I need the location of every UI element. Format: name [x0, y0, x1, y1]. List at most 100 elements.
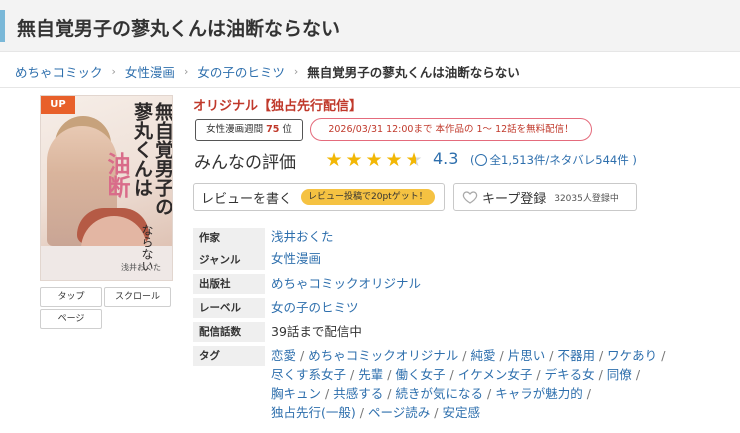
tag-separator: /: [325, 386, 330, 401]
info-row-episodes: 配信話数 39話まで配信中: [193, 322, 713, 346]
heart-icon: [462, 191, 478, 204]
info-label: タグ: [193, 346, 265, 366]
tag-link[interactable]: イケメン女子: [458, 367, 533, 382]
tag-separator: /: [635, 367, 641, 382]
breadcrumb-link-home[interactable]: めちゃコミック: [15, 62, 103, 81]
label-link[interactable]: 女の子のヒミツ: [271, 298, 359, 322]
view-tap-button[interactable]: タップ: [40, 287, 102, 307]
free-campaign-notice: 2026/03/31 12:00まで 本作品の 1〜 12話を無料配信！: [310, 118, 592, 141]
tag-link[interactable]: 先輩: [358, 367, 383, 382]
tag-separator: /: [661, 348, 666, 363]
cover-title-text: 油断: [103, 152, 130, 198]
view-scroll-button[interactable]: スクロール: [104, 287, 171, 307]
tag-link[interactable]: デキる女: [545, 367, 595, 382]
tag-link[interactable]: 尽くす系女子: [271, 367, 346, 382]
info-label: ジャンル: [193, 250, 265, 270]
tag-separator: /: [462, 348, 467, 363]
tag-link[interactable]: 独占先行(一般): [271, 405, 356, 420]
cover-author-text: 浅井おくた: [121, 263, 161, 272]
info-label: 配信話数: [193, 322, 265, 342]
tag-link[interactable]: 同僚: [607, 367, 632, 382]
tag-link[interactable]: キャラが魅力的: [495, 386, 583, 401]
review-open-paren: (: [470, 153, 475, 167]
up-badge: UP: [41, 96, 75, 114]
tag-separator: /: [359, 405, 364, 420]
title-accent-bar: [0, 10, 5, 42]
info-row-author: 作家 浅井おくた: [193, 228, 713, 250]
breadcrumb-separator-icon: ›: [183, 64, 189, 78]
breadcrumb-separator-icon: ›: [293, 64, 299, 78]
star-icon: ★: [345, 149, 363, 171]
star-icon: ★: [325, 149, 343, 171]
review-count-link[interactable]: ( 全1,513件/ネタバレ544件 ): [470, 152, 637, 168]
write-review-button[interactable]: レビューを書く レビュー投稿で20ptゲット！: [193, 183, 445, 211]
exclusive-label: オリジナル【独占先行配信】: [193, 99, 363, 114]
author-link[interactable]: 浅井おくた: [271, 228, 334, 250]
star-icon: ★: [365, 149, 383, 171]
info-row-tags: タグ 恋愛 / めちゃコミックオリジナル / 純愛 / 片思い / 不器用 / ワケあり/尽くす系女…: [193, 346, 713, 422]
breadcrumb-link-label[interactable]: 女の子のヒミツ: [197, 62, 285, 81]
review-count-text: 全1,513件/ネタバレ544件 ): [489, 153, 637, 167]
breadcrumb-divider: [0, 87, 740, 88]
tag-link[interactable]: 共感する: [333, 386, 383, 401]
write-review-label: レビューを書く: [201, 191, 293, 207]
tag-link[interactable]: 片思い: [508, 348, 546, 363]
episodes-value: 39話まで配信中: [271, 324, 362, 339]
tag-separator: /: [434, 405, 439, 420]
genre-link[interactable]: 女性漫画: [271, 250, 321, 274]
tag-separator: /: [300, 348, 305, 363]
tag-separator: /: [350, 367, 355, 382]
tag-separator: /: [449, 367, 454, 382]
tag-separator: /: [536, 367, 541, 382]
tag-link[interactable]: ページ読み: [368, 405, 430, 420]
tag-separator: /: [598, 348, 604, 363]
tag-separator: /: [586, 386, 591, 401]
rating-stars: ★ ★ ★ ★ ★: [324, 149, 424, 171]
tag-separator: /: [486, 386, 492, 401]
cover-title-text: 無自覚男子の: [152, 102, 173, 216]
view-page-button[interactable]: ページ: [40, 309, 102, 329]
page-header: 無自覚男子の蓼丸くんは油断ならない: [0, 0, 740, 52]
speech-bubble-icon: [474, 154, 487, 166]
ranking-number: 75: [266, 124, 280, 135]
cover-title-text: 蓼丸くんは: [131, 102, 153, 197]
info-label: 作家: [193, 228, 265, 250]
keep-count: 32035人登録中: [554, 193, 619, 204]
tag-separator: /: [598, 367, 603, 382]
ranking-prefix: 女性漫画週間: [206, 124, 264, 135]
info-row-label: レーベル 女の子のヒミツ: [193, 298, 713, 322]
half-star-icon: ★: [405, 149, 423, 171]
tag-link[interactable]: 胸キュン: [271, 386, 321, 401]
tag-separator: /: [387, 367, 392, 382]
info-table: 作家 浅井おくた ジャンル 女性漫画 出版社 めちゃコミックオリジナル レーベル…: [193, 228, 713, 422]
breadcrumb-separator-icon: ›: [111, 64, 116, 78]
info-row-genre: ジャンル 女性漫画: [193, 250, 713, 274]
ranking-suffix: 位: [282, 124, 292, 135]
rating-title: みんなの評価: [194, 153, 296, 173]
tag-link[interactable]: 安定感: [442, 405, 480, 420]
rating-score: 4.3: [433, 149, 459, 168]
cover-image[interactable]: 無自覚男子の 蓼丸くんは 油断 ならない 浅井おくた UP: [40, 95, 173, 281]
keep-label: キープ登録: [482, 191, 547, 207]
tag-link[interactable]: ワケあり: [607, 348, 657, 363]
keep-button[interactable]: キープ登録 32035人登録中: [453, 183, 637, 211]
tag-link[interactable]: めちゃコミックオリジナル: [308, 348, 458, 363]
info-row-publisher: 出版社 めちゃコミックオリジナル: [193, 274, 713, 298]
tag-link[interactable]: 続きが気になる: [395, 386, 483, 401]
tag-list: 恋愛 / めちゃコミックオリジナル / 純愛 / 片思い / 不器用 / ワケあり/尽くす系女子 / 先…: [271, 346, 691, 422]
breadcrumb-link-genre[interactable]: 女性漫画: [125, 62, 175, 81]
tag-link[interactable]: 働く女子: [395, 367, 445, 382]
ranking-badge[interactable]: 女性漫画週間 75 位: [195, 119, 303, 141]
tag-separator: /: [549, 348, 554, 363]
breadcrumb-current: 無自覚男子の蓼丸くんは油断ならない: [307, 64, 520, 80]
tag-separator: /: [499, 348, 504, 363]
star-icon: ★: [385, 149, 403, 171]
page-title: 無自覚男子の蓼丸くんは油断ならない: [17, 18, 341, 40]
publisher-link[interactable]: めちゃコミックオリジナル: [271, 274, 421, 298]
tag-link[interactable]: 不器用: [557, 348, 595, 363]
tag-link[interactable]: 純愛: [470, 348, 495, 363]
tag-separator: /: [387, 386, 392, 401]
tag-link[interactable]: 恋愛: [271, 348, 296, 363]
info-label: レーベル: [193, 298, 265, 318]
info-label: 出版社: [193, 274, 265, 294]
